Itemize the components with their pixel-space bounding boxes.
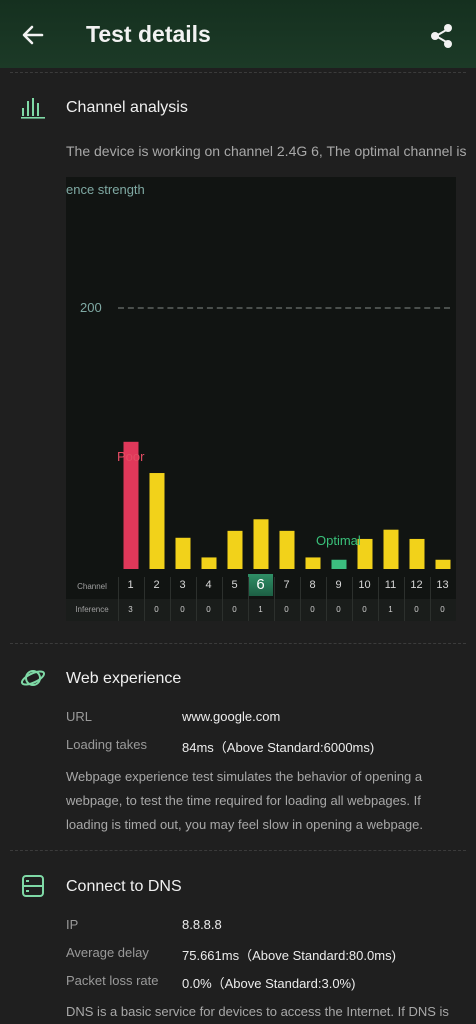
url-value: www.google.com: [182, 709, 281, 724]
optimal-label: Optimal: [316, 533, 361, 548]
url-label: URL: [66, 709, 93, 724]
channel-tick-6: 6: [248, 574, 273, 596]
inference-value-2: 0: [154, 605, 159, 614]
channel-tick-3: 3: [179, 579, 186, 591]
cell-separator: [144, 577, 145, 621]
poor-label: Poor: [117, 449, 145, 464]
delay-value: 75.661ms（Above Standard:80.0ms): [182, 948, 396, 963]
bar-channel-13: [435, 559, 451, 569]
web-experience-title: Web experience: [66, 670, 182, 687]
inference-value-6: 1: [258, 605, 263, 614]
channel-tick-2: 2: [153, 579, 160, 591]
channel-tick-11: 11: [384, 579, 397, 591]
loading-label: Loading takes: [66, 737, 147, 752]
signal-bars-icon: [21, 98, 45, 119]
cell-separator: [170, 577, 171, 621]
channel-tick-8: 8: [309, 579, 316, 591]
cell-separator: [378, 577, 379, 621]
server-icon: [22, 875, 44, 897]
bar-channel-8: [305, 557, 321, 569]
inference-value-5: 0: [232, 605, 237, 614]
channel-tick-4: 4: [205, 579, 212, 591]
bars-layer: [123, 441, 451, 569]
divider: [10, 72, 466, 73]
inference-value-10: 0: [362, 605, 367, 614]
app-bar: Test details: [0, 0, 476, 68]
channel-tick-13: 13: [436, 579, 449, 591]
cell-separator: [274, 577, 275, 621]
dns-description: DNS is a basic service for devices to ac…: [66, 1004, 449, 1019]
ip-label: IP: [66, 917, 79, 932]
page-title: Test details: [86, 21, 211, 47]
cell-separator: [404, 577, 405, 621]
channel-tick-12: 12: [410, 579, 423, 591]
bar-channel-12: [409, 538, 425, 569]
inference-value-4: 0: [206, 605, 211, 614]
channel-analysis-title: Channel analysis: [66, 99, 188, 116]
divider: [10, 643, 466, 644]
inference-value-13: 0: [440, 605, 445, 614]
inference-value-8: 0: [310, 605, 315, 614]
inference-value-12: 0: [414, 605, 419, 614]
bar-channel-2: [149, 473, 165, 569]
arrow-left-icon[interactable]: [20, 22, 46, 48]
delay-label: Average delay: [66, 945, 149, 960]
channel-description: The device is working on channel 2.4G 6,…: [66, 143, 466, 159]
channel-tick-7: 7: [283, 579, 290, 591]
inference-value-11: 1: [388, 605, 393, 614]
bar-channel-4: [201, 557, 217, 569]
channel-tick-1: 1: [127, 579, 134, 591]
cell-separator: [352, 577, 353, 621]
cell-separator: [248, 577, 249, 621]
cell-separator: [118, 577, 119, 621]
inference-value-1: 3: [128, 605, 133, 614]
cell-separator: [430, 577, 431, 621]
channel-tick-10: 10: [358, 579, 371, 591]
bar-channel-5: [227, 530, 243, 569]
inference-value-7: 0: [284, 605, 289, 614]
channel-row-label: Channel: [77, 582, 107, 591]
share-icon[interactable]: [428, 22, 456, 50]
divider: [10, 850, 466, 851]
inference-value-9: 0: [336, 605, 341, 614]
loss-value: 0.0%（Above Standard:3.0%): [182, 976, 356, 991]
web-description: Webpage experience test simulates the be…: [66, 769, 423, 832]
ip-value: 8.8.8.8: [182, 917, 222, 932]
dns-title: Connect to DNS: [66, 878, 182, 895]
loss-label: Packet loss rate: [66, 973, 159, 988]
bar-channel-3: [175, 537, 191, 569]
planet-icon: [20, 670, 46, 686]
inference-row-label: Inference: [75, 605, 109, 614]
cell-separator: [196, 577, 197, 621]
bar-channel-11: [383, 529, 399, 569]
bar-channel-6: [253, 519, 269, 569]
loading-value: 84ms（Above Standard:6000ms): [182, 740, 375, 755]
bar-channel-9: [331, 559, 347, 569]
bar-channel-7: [279, 530, 295, 569]
inference-value-3: 0: [180, 605, 185, 614]
channel-tick-5: 5: [231, 579, 238, 591]
cell-separator: [326, 577, 327, 621]
channel-chart: ence strength 200 Poor Optimal Channel I…: [66, 177, 456, 621]
cell-separator: [300, 577, 301, 621]
cell-separator: [222, 577, 223, 621]
channel-tick-9: 9: [335, 579, 342, 591]
